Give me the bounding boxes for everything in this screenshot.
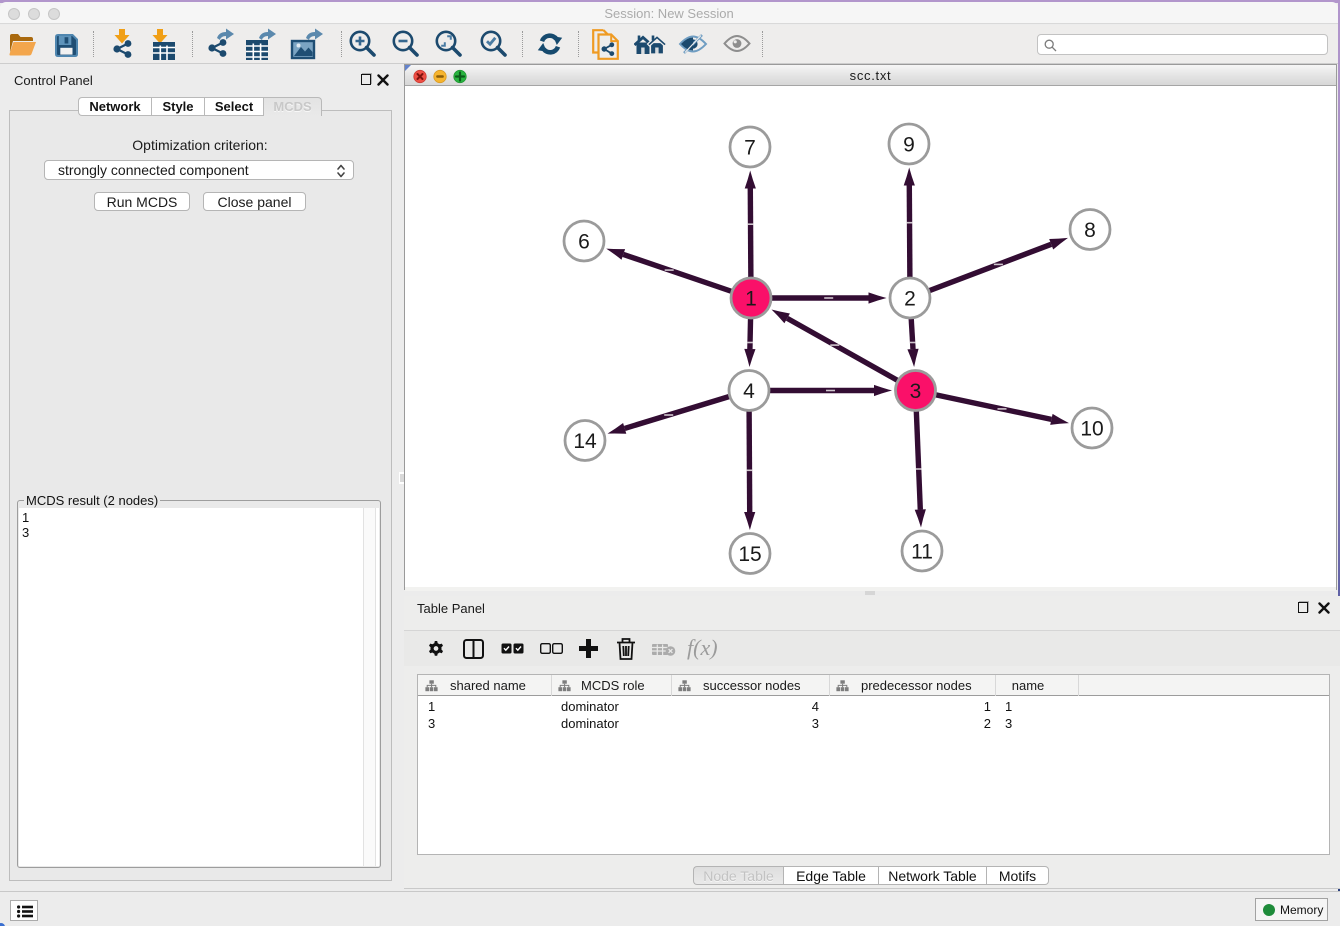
- svg-text:8: 8: [1084, 219, 1096, 242]
- svg-text:7: 7: [744, 137, 756, 160]
- svg-text:14: 14: [573, 430, 597, 453]
- svg-text:1: 1: [745, 288, 757, 311]
- svg-text:11: 11: [911, 541, 933, 564]
- svg-text:6: 6: [578, 231, 590, 254]
- svg-text:10: 10: [1080, 418, 1103, 441]
- svg-text:4: 4: [743, 380, 755, 403]
- svg-text:3: 3: [910, 380, 922, 403]
- svg-text:9: 9: [903, 134, 915, 157]
- svg-text:15: 15: [738, 543, 761, 566]
- svg-text:2: 2: [904, 288, 916, 311]
